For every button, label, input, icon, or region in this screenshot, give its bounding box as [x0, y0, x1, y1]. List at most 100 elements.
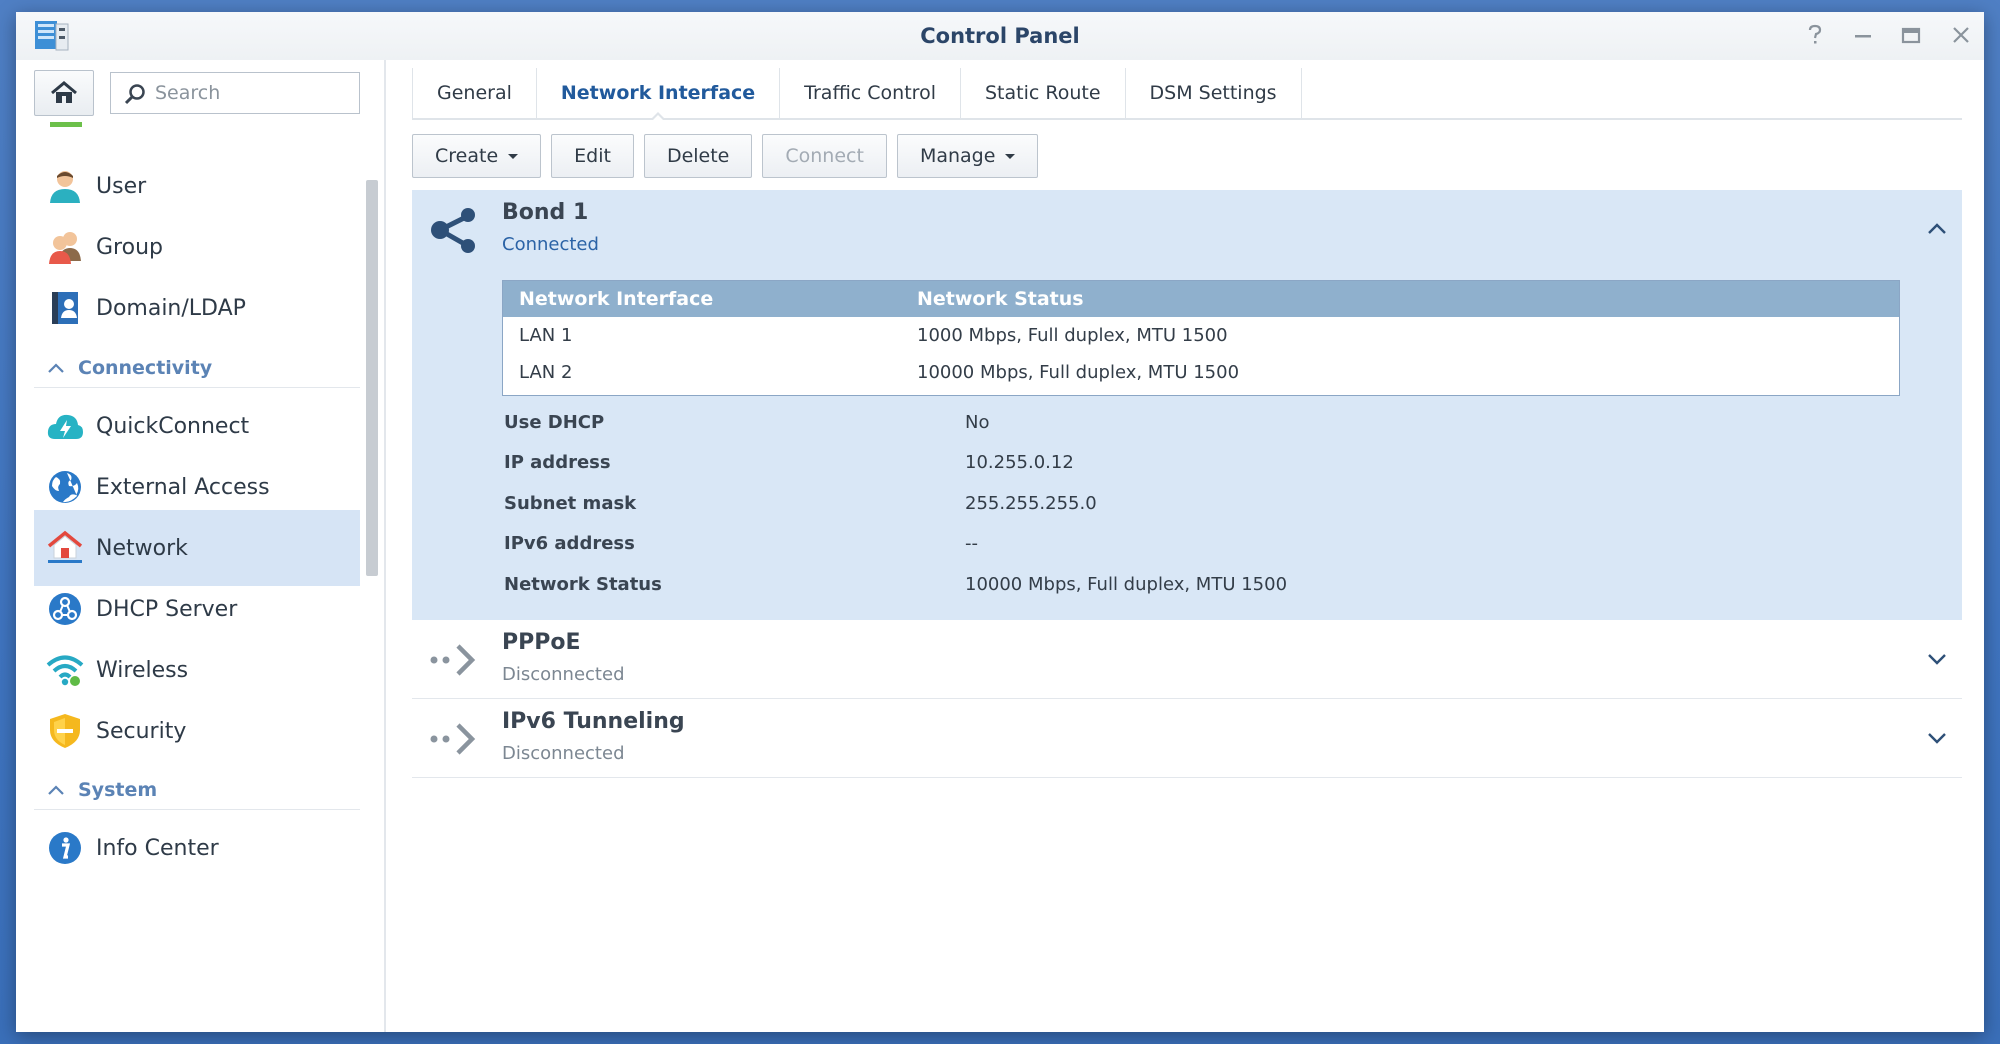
table-cell: LAN 1: [519, 325, 573, 346]
member-interface-table: Network Interface Network Status LAN 1 1…: [502, 280, 1900, 396]
user-icon: [44, 165, 86, 207]
interface-properties: Use DHCP No IP address 10.255.0.12 Subne…: [504, 402, 1804, 605]
scrolled-item-stub: [50, 122, 82, 127]
interface-name: IPv6 Tunneling: [502, 709, 685, 734]
sidebar-scrollbar[interactable]: [366, 180, 378, 576]
maximize-button[interactable]: [1896, 22, 1926, 50]
sidebar-item-domain-ldap[interactable]: Domain/LDAP: [34, 270, 360, 346]
wifi-icon: [44, 649, 86, 691]
shield-icon: [44, 710, 86, 752]
sidebar-item-label: Security: [96, 718, 187, 744]
home-icon: [51, 81, 77, 103]
property-key: Network Status: [504, 573, 662, 595]
close-button[interactable]: [1946, 22, 1976, 50]
info-icon: [44, 827, 86, 869]
main-panel: General Network Interface Traffic Contro…: [412, 60, 1964, 1032]
network-house-icon: [44, 527, 86, 569]
interface-item-ipv6-tunneling[interactable]: IPv6 Tunneling Disconnected: [412, 699, 1962, 778]
search-input[interactable]: [155, 79, 350, 107]
dropdown-caret-icon: [508, 153, 519, 159]
help-icon: [1808, 24, 1822, 44]
property-key: Use DHCP: [504, 411, 605, 433]
property-row: Network Status 10000 Mbps, Full duplex, …: [504, 564, 1804, 605]
tab-bar: General Network Interface Traffic Contro…: [412, 68, 1962, 121]
title-bar[interactable]: Control Panel: [16, 12, 1984, 60]
property-value: No: [965, 411, 990, 433]
sidebar-item-security[interactable]: Security: [34, 693, 360, 769]
delete-button[interactable]: Delete: [643, 134, 753, 178]
control-panel-window: Control Panel Search User Group Domain/L…: [16, 12, 1984, 1032]
sidebar-item-label: Network: [96, 535, 188, 561]
property-value: --: [965, 533, 978, 555]
quickconnect-icon: [44, 405, 86, 447]
manage-button[interactable]: Manage: [896, 134, 1039, 178]
property-row: Subnet mask 255.255.255.0: [504, 483, 1804, 524]
property-key: Subnet mask: [504, 492, 637, 514]
connect-button[interactable]: Connect: [762, 134, 887, 178]
sidebar-item-label: Group: [96, 234, 163, 260]
tab-network-interface[interactable]: Network Interface: [537, 68, 781, 121]
sidebar-item-label: DHCP Server: [96, 596, 238, 622]
interface-item-bond[interactable]: Bond 1 Connected Network Interface Netwo…: [412, 190, 1962, 620]
search-icon: [124, 84, 145, 105]
expand-button[interactable]: [1926, 648, 1948, 670]
globe-icon: [44, 466, 86, 508]
sidebar-item-label: QuickConnect: [96, 413, 250, 439]
property-value: 10000 Mbps, Full duplex, MTU 1500: [965, 573, 1288, 595]
search-box[interactable]: [110, 72, 360, 114]
tab-static-route[interactable]: Static Route: [961, 68, 1126, 118]
manage-label: Manage: [919, 145, 996, 167]
interface-name: PPPoE: [502, 630, 581, 655]
create-button[interactable]: Create: [412, 134, 542, 178]
tab-dsm-settings[interactable]: DSM Settings: [1126, 68, 1302, 118]
sidebar-item-label: Info Center: [96, 835, 219, 861]
home-button[interactable]: [34, 70, 94, 116]
sidebar-item-label: Domain/LDAP: [96, 295, 246, 321]
sidebar: User Group Domain/LDAP Connectivity Quic…: [16, 60, 386, 1032]
create-label: Create: [435, 145, 499, 167]
edit-button[interactable]: Edit: [551, 134, 634, 178]
sidebar-item-label: External Access: [96, 474, 270, 500]
chevron-down-icon: [1928, 654, 1946, 665]
table-row[interactable]: LAN 1 1000 Mbps, Full duplex, MTU 1500: [503, 317, 1899, 354]
interface-item-pppoe[interactable]: PPPoE Disconnected: [412, 620, 1962, 699]
bond-share-icon: [426, 202, 482, 258]
sidebar-item-label: User: [96, 173, 147, 199]
section-connectivity[interactable]: Connectivity: [34, 348, 360, 388]
tab-traffic-control[interactable]: Traffic Control: [780, 68, 961, 118]
section-system[interactable]: System: [34, 770, 360, 810]
chevron-up-icon: [48, 362, 64, 373]
property-row: Use DHCP No: [504, 402, 1804, 443]
chevron-up-icon: [48, 784, 64, 795]
maximize-icon: [1901, 27, 1921, 44]
property-value: 10.255.0.12: [965, 452, 1074, 474]
help-button[interactable]: [1800, 22, 1830, 50]
collapse-button[interactable]: [1926, 218, 1948, 240]
expand-button[interactable]: [1926, 727, 1948, 749]
table-header: Network Interface Network Status: [503, 281, 1899, 317]
table-cell: LAN 2: [519, 362, 573, 383]
property-value: 255.255.255.0: [965, 492, 1097, 514]
disconnected-arrow-icon: [426, 632, 482, 688]
minimize-button[interactable]: [1848, 22, 1878, 50]
window-title: Control Panel: [920, 24, 1080, 48]
section-label: Connectivity: [78, 356, 213, 379]
tab-general[interactable]: General: [412, 68, 537, 118]
interface-list: Bond 1 Connected Network Interface Netwo…: [412, 190, 1962, 778]
group-icon: [44, 226, 86, 268]
sidebar-item-label: Wireless: [96, 657, 189, 683]
column-header: Network Status: [917, 288, 1084, 310]
table-row[interactable]: LAN 2 10000 Mbps, Full duplex, MTU 1500: [503, 354, 1899, 391]
dropdown-caret-icon: [1005, 153, 1016, 159]
chevron-down-icon: [1928, 733, 1946, 744]
property-row: IP address 10.255.0.12: [504, 443, 1804, 484]
sidebar-item-info-center[interactable]: Info Center: [34, 810, 360, 886]
toolbar: Create Edit Delete Connect Manage: [412, 134, 1048, 178]
close-icon: [1953, 27, 1969, 43]
column-header: Network Interface: [519, 288, 714, 310]
minimize-icon: [1855, 35, 1871, 38]
property-row: IPv6 address --: [504, 524, 1804, 565]
table-cell: 1000 Mbps, Full duplex, MTU 1500: [917, 325, 1228, 346]
section-label: System: [78, 778, 158, 801]
property-key: IPv6 address: [504, 533, 635, 555]
